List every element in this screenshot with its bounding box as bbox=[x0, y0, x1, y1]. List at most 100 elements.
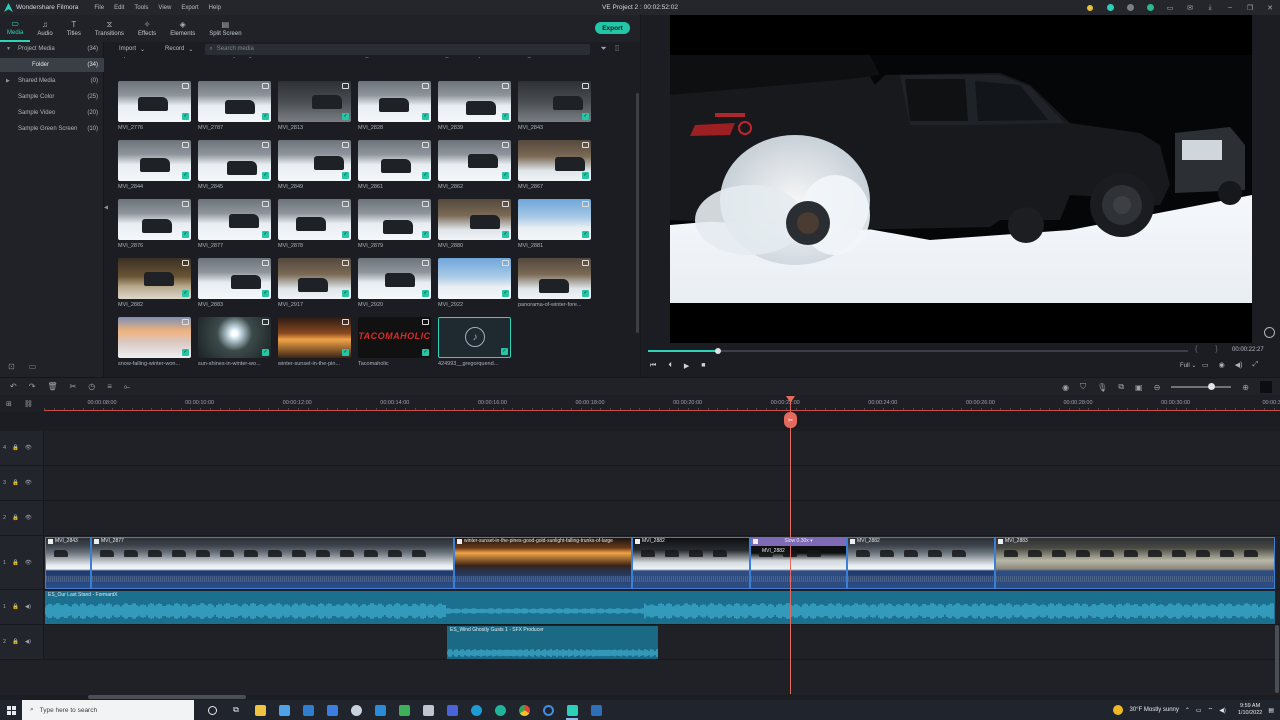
clock[interactable]: 9:59 AM 1/10/2022 bbox=[1238, 703, 1262, 717]
video-clip[interactable]: winter-sunset-in-the-pines-good-gold-sun… bbox=[454, 537, 632, 589]
mixer-icon[interactable]: ⧉ bbox=[1118, 382, 1124, 392]
vscode-icon[interactable] bbox=[368, 700, 392, 720]
media-scrollbar[interactable] bbox=[636, 57, 639, 372]
sidebar-item-shared-media[interactable]: ▶ Shared Media (0) bbox=[0, 74, 104, 88]
media-item[interactable]: ✓ sun-shines-in-winter-wo... bbox=[198, 317, 271, 367]
record-button[interactable]: Record ⌄ bbox=[157, 46, 201, 53]
video-clip[interactable]: MVI_2882 bbox=[847, 537, 995, 589]
menu-view[interactable]: View bbox=[158, 5, 171, 11]
lock-icon[interactable]: 🔒 bbox=[12, 560, 19, 566]
media-item[interactable]: ✓ MVI_2787 bbox=[198, 81, 271, 131]
menu-tools[interactable]: Tools bbox=[134, 5, 148, 11]
bulb-icon[interactable] bbox=[1080, 0, 1100, 15]
chrome-icon[interactable] bbox=[512, 700, 536, 720]
playhead-handle[interactable]: ✂ bbox=[784, 412, 797, 428]
import-button[interactable]: Import ⌄ bbox=[111, 46, 153, 53]
media-item[interactable]: ✓ MVI_2867 bbox=[518, 140, 591, 190]
audio-clip[interactable]: ES_Wind Ghostly Gusts 1 - SFX Producer bbox=[447, 626, 658, 659]
app-teal-icon[interactable] bbox=[488, 700, 512, 720]
tab-effects[interactable]: ✧ Effects bbox=[131, 15, 163, 42]
export-button[interactable]: Export bbox=[595, 22, 630, 34]
media-item[interactable]: ✓ MVI_2844 bbox=[118, 140, 191, 190]
maximize-icon[interactable]: ❐ bbox=[1240, 0, 1260, 15]
media-item[interactable]: ✓a-cross-country-skiing-tr... bbox=[198, 57, 271, 59]
save-icon[interactable]: ▭ bbox=[1160, 0, 1180, 15]
notification-icon[interactable]: ▤ bbox=[1268, 707, 1274, 714]
eye-icon[interactable]: 👁 bbox=[25, 445, 32, 451]
video-clip[interactable]: MVI_2877 bbox=[91, 537, 454, 589]
network-icon[interactable]: ▭ bbox=[1196, 707, 1202, 714]
media-item[interactable]: ✓ MVI_2877 bbox=[198, 199, 271, 249]
media-item[interactable]: ✓ MVI_2922 bbox=[438, 258, 511, 308]
task-view-icon[interactable]: ⧉ bbox=[224, 700, 248, 720]
mail-app-icon[interactable] bbox=[296, 700, 320, 720]
media-item[interactable]: ✓ MVI_2876 bbox=[118, 199, 191, 249]
filter-icon[interactable]: ⏷ bbox=[600, 44, 606, 54]
add-track-icon[interactable]: ⊞ bbox=[6, 400, 12, 408]
fullscreen-icon[interactable]: ⤢ bbox=[1252, 361, 1258, 369]
media-item[interactable]: ✓ MVI_2882 bbox=[118, 258, 191, 308]
media-app-icon[interactable] bbox=[440, 700, 464, 720]
app-window-icon[interactable] bbox=[584, 700, 608, 720]
video-clip[interactable]: MVI_2883 bbox=[995, 537, 1275, 589]
lock-icon[interactable]: 🔒 bbox=[12, 639, 19, 645]
media-item-audio[interactable]: ♪ ✓ 424993__gregorquend... bbox=[438, 317, 511, 367]
media-item[interactable]: ✓ snow-falling-winter-won... bbox=[118, 317, 191, 367]
mic-icon[interactable]: 🎙 bbox=[1097, 383, 1107, 392]
menu-file[interactable]: File bbox=[94, 5, 104, 11]
redo-icon[interactable]: ↷ bbox=[29, 382, 36, 392]
lock-icon[interactable]: 🔒 bbox=[12, 604, 19, 610]
mark-in-out-icon[interactable]: { } bbox=[1195, 346, 1226, 353]
tab-elements[interactable]: ◈ Elements bbox=[163, 15, 202, 42]
media-item[interactable]: ✓BlackScreen bbox=[278, 57, 351, 59]
media-item[interactable]: ✓ MVI_2883 bbox=[198, 258, 271, 308]
video-clip[interactable]: MVI_2843 bbox=[45, 537, 91, 589]
video-clip[interactable]: MVI_2882 bbox=[632, 537, 750, 589]
tab-titles[interactable]: T Titles bbox=[60, 15, 88, 42]
sidebar-item-project-media[interactable]: ▼ Project Media (34) bbox=[0, 42, 104, 56]
search-input[interactable]: ⌕ Search media bbox=[205, 43, 591, 55]
tab-transitions[interactable]: ⧖ Transitions bbox=[88, 15, 131, 42]
render-icon[interactable]: ◉ bbox=[1062, 383, 1069, 392]
app-green-icon[interactable] bbox=[392, 700, 416, 720]
playhead[interactable] bbox=[790, 398, 791, 694]
media-item[interactable]: ✓ MVI_2861 bbox=[358, 140, 431, 190]
speaker-icon[interactable]: ◀) bbox=[1219, 707, 1226, 714]
panel-toggle-icon[interactable] bbox=[1260, 381, 1272, 393]
adjust-icon[interactable]: ≡ bbox=[107, 382, 112, 392]
app-blue-ring-icon[interactable] bbox=[536, 700, 560, 720]
quality-select[interactable]: Full ⌄ bbox=[1180, 362, 1196, 369]
app-gray-icon[interactable] bbox=[416, 700, 440, 720]
menu-edit[interactable]: Edit bbox=[114, 5, 124, 11]
media-item[interactable]: ✓ panorama-of-winter-fore... bbox=[518, 258, 591, 308]
wifi-icon[interactable]: ⌔ bbox=[1208, 706, 1214, 714]
eye-icon[interactable]: 👁 bbox=[25, 480, 32, 486]
media-item[interactable]: ✓MVI_2767 bbox=[518, 57, 591, 59]
mail-icon[interactable]: ✉ bbox=[1180, 0, 1200, 15]
marker-icon[interactable]: ⛉ bbox=[1080, 382, 1086, 392]
refresh-icon[interactable] bbox=[1264, 327, 1275, 338]
media-item[interactable]: ✓ MVI_2828 bbox=[358, 81, 431, 131]
edge-icon[interactable] bbox=[464, 700, 488, 720]
lock-icon[interactable]: 🔒 bbox=[12, 515, 19, 521]
file-explorer-icon[interactable] bbox=[248, 700, 272, 720]
monitor-icon[interactable]: ▭ bbox=[1202, 361, 1209, 369]
sidebar-item-sample-color[interactable]: Sample Color (25) bbox=[0, 90, 104, 104]
play-icon[interactable]: ▶ bbox=[684, 362, 689, 370]
video-clip-speed[interactable]: Slow 0.30x ▾ bbox=[750, 537, 847, 589]
preview-video[interactable] bbox=[670, 15, 1252, 343]
snapshot-tl-icon[interactable]: ▣ bbox=[1135, 383, 1143, 392]
zoom-out-icon[interactable]: ⊖ bbox=[1154, 383, 1161, 392]
step-back-icon[interactable]: ⏴ bbox=[668, 362, 672, 370]
tab-audio[interactable]: ♫ Audio bbox=[30, 15, 59, 42]
eye-icon[interactable]: 👁 bbox=[25, 515, 32, 521]
link-icon[interactable]: ⛓ bbox=[24, 400, 33, 408]
volume-icon[interactable]: ◀) bbox=[25, 604, 31, 610]
cart-icon[interactable] bbox=[1140, 0, 1160, 15]
media-item[interactable]: ✓ MVI_2879 bbox=[358, 199, 431, 249]
media-item[interactable]: ✓ MVI_2813 bbox=[278, 81, 351, 131]
media-item[interactable]: ✓ MVI_2849 bbox=[278, 140, 351, 190]
volume-icon[interactable]: ◀) bbox=[1235, 361, 1243, 369]
windows-start-icon[interactable] bbox=[0, 700, 22, 720]
media-item[interactable]: ✓ES_Wind Ghostly Gusts ... bbox=[438, 57, 511, 59]
